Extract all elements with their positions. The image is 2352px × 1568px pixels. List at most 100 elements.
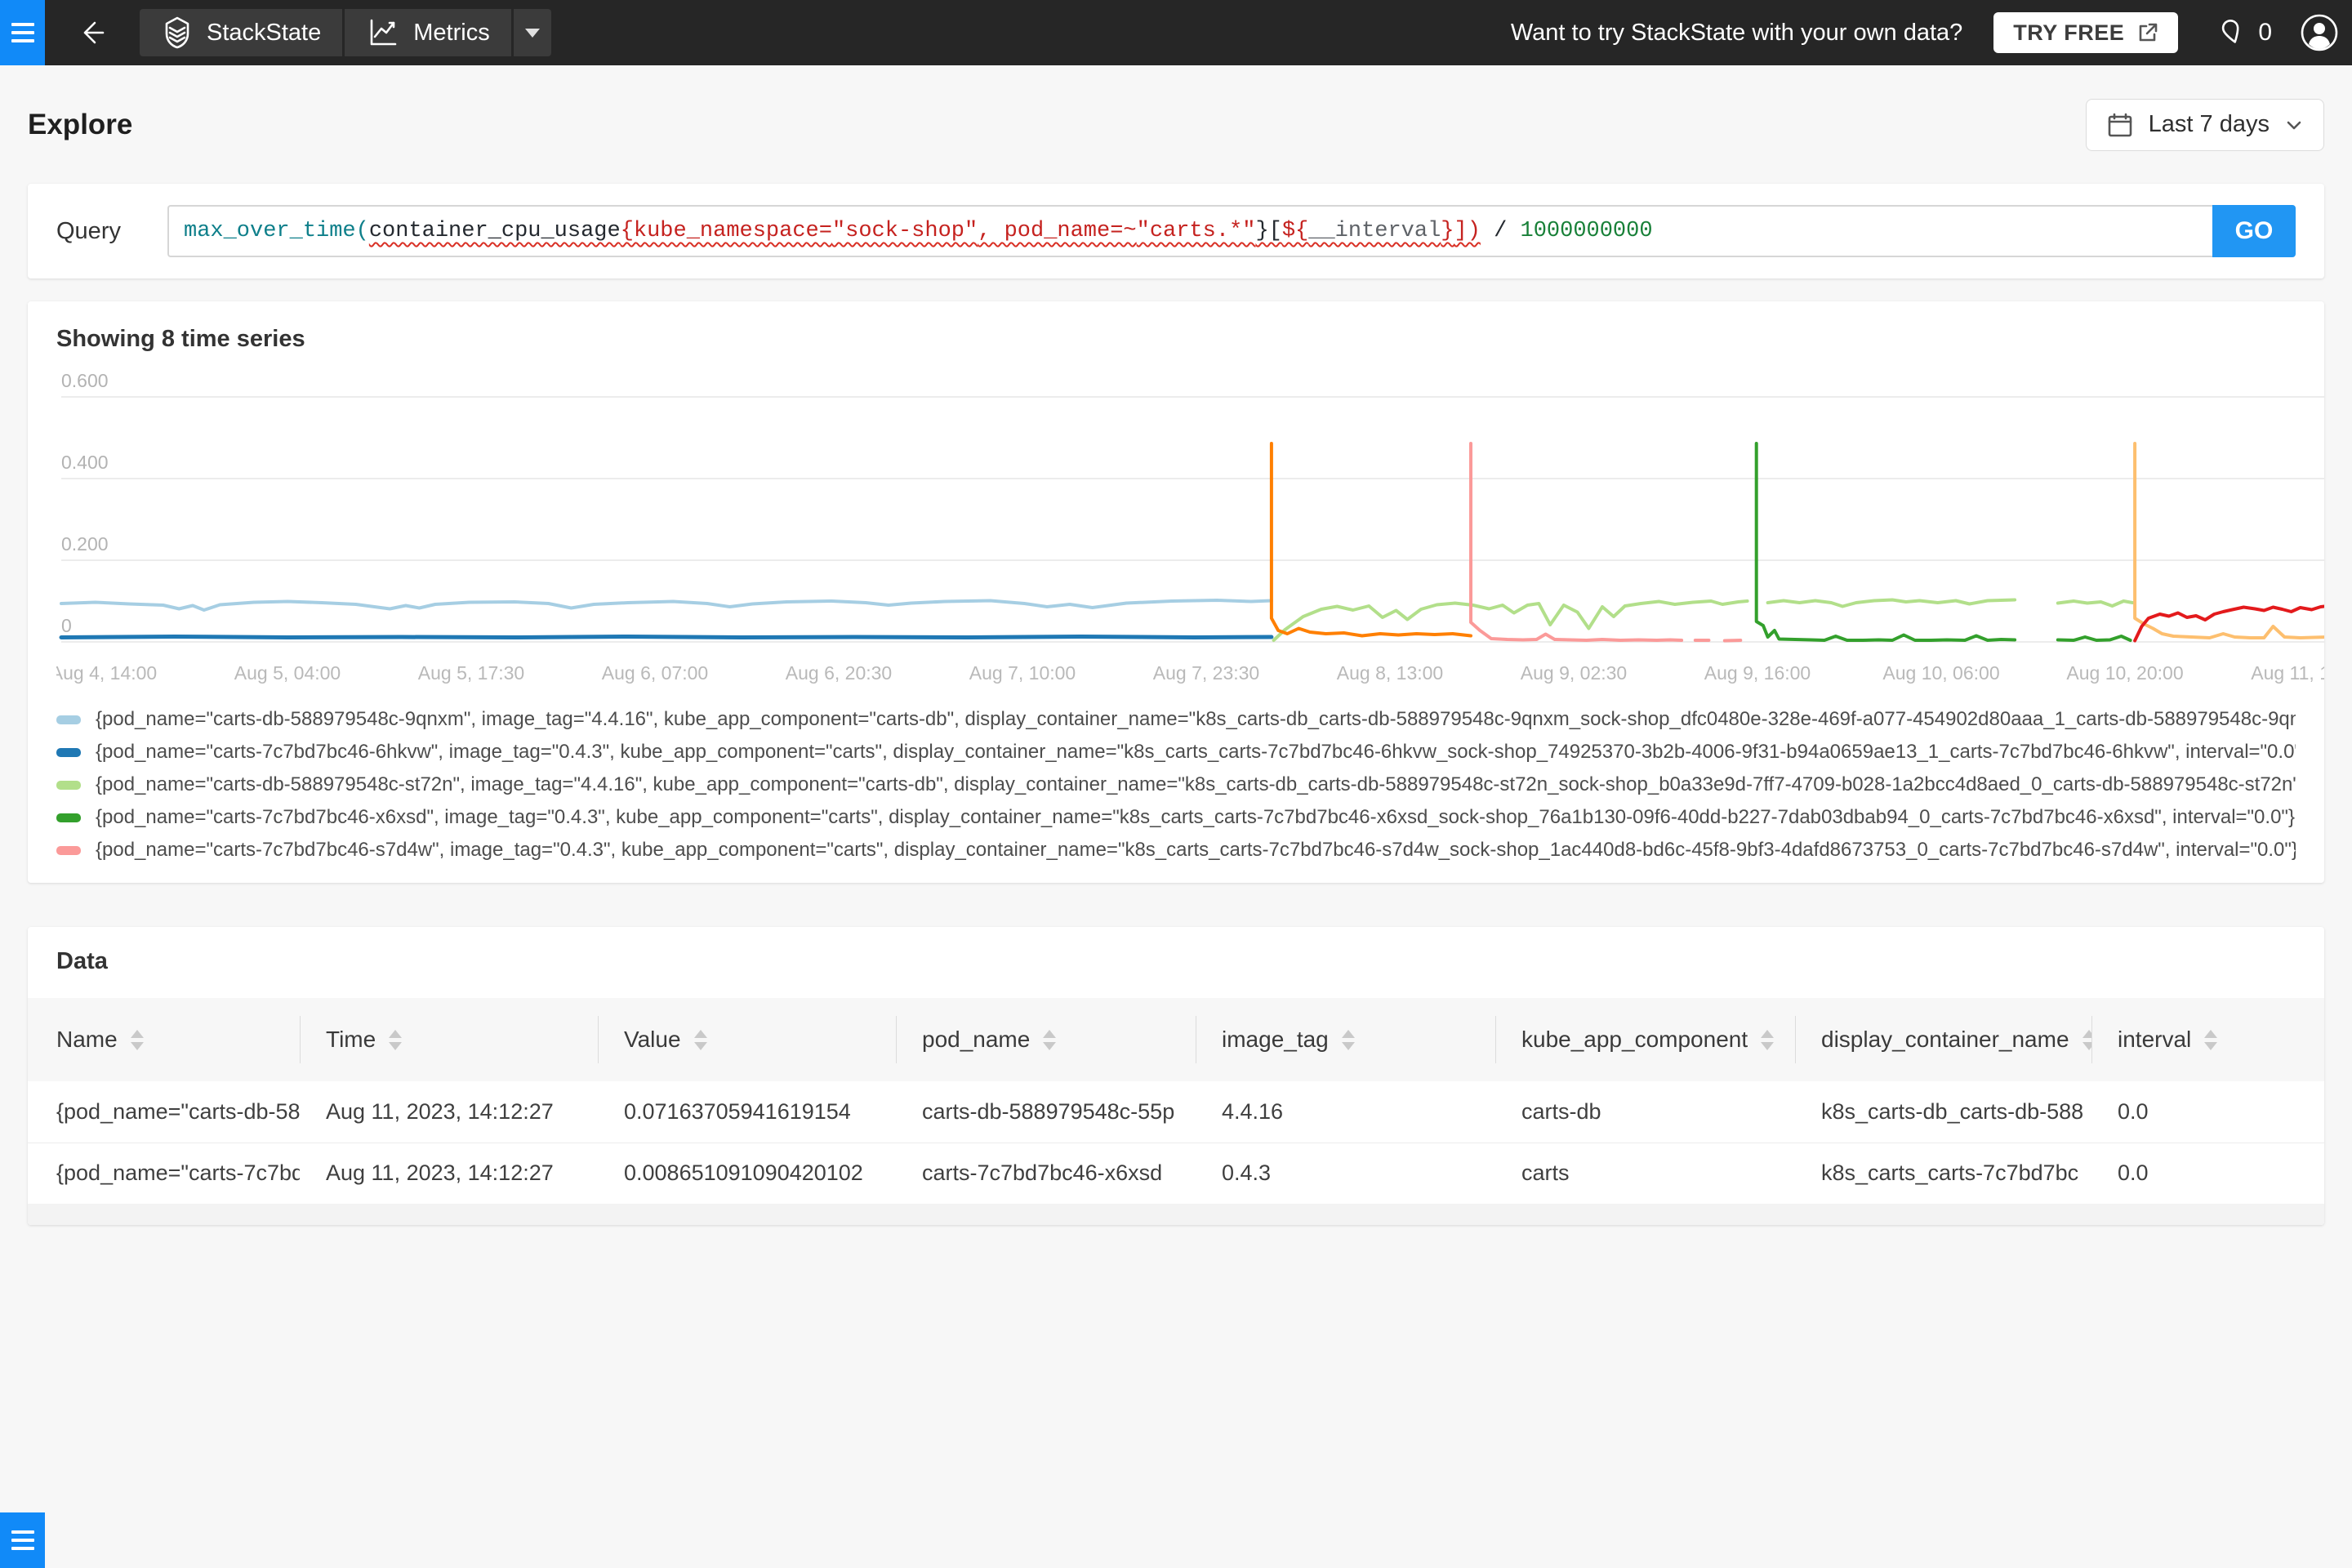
user-avatar[interactable]	[2300, 13, 2339, 52]
series-carts-7c7bd7bc46-s7d4w	[1722, 639, 1743, 643]
table-body: {pod_name="carts-db-588 Aug 11, 2023, 14:…	[28, 1081, 2324, 1204]
x-axis-tick-label: Aug 9, 02:30	[1521, 662, 1627, 684]
sort-icon[interactable]	[1761, 1029, 1775, 1050]
column-header-display_container_name[interactable]: display_container_name	[1795, 998, 2091, 1081]
chart-title: Showing 8 time series	[56, 326, 305, 352]
x-axis-tick-label: Aug 8, 13:00	[1337, 662, 1443, 684]
column-header-Time[interactable]: Time	[300, 998, 598, 1081]
external-link-icon	[2140, 23, 2158, 42]
go-button[interactable]: GO	[2212, 205, 2296, 257]
data-section-title: Data	[56, 948, 108, 974]
column-header-label: display_container_name	[1821, 1027, 2069, 1052]
legend-item[interactable]: {pod_name="carts-7c7bd7bc46-6hkvw", imag…	[56, 741, 2296, 764]
sort-icon[interactable]	[1341, 1029, 1355, 1050]
back-button[interactable]	[66, 8, 115, 57]
bottom-menu-launcher[interactable]	[0, 1512, 45, 1568]
sort-icon[interactable]	[130, 1029, 144, 1050]
column-header-label: interval	[2118, 1027, 2192, 1052]
legend-label: {pod_name="carts-db-588979548c-9qnxm", i…	[96, 708, 2296, 730]
hamburger-menu-button[interactable]	[0, 0, 45, 65]
query-token: "sock-shop"	[831, 219, 978, 243]
x-axis-tick-label: Aug 7, 23:30	[1153, 662, 1259, 684]
table-cell: 0.0	[2118, 1098, 2149, 1124]
column-header-label: image_tag	[1222, 1027, 1329, 1052]
y-axis-tick-label: 0.400	[61, 452, 109, 473]
table-horizontal-scrollbar[interactable]	[28, 1204, 2324, 1225]
legend-item[interactable]: {pod_name="carts-db-588979548c-9qnxm", i…	[56, 708, 2296, 731]
table-cell: carts-db	[1521, 1098, 1601, 1124]
table-cell: 0.0	[2091, 1142, 2324, 1204]
legend-swatch	[56, 780, 81, 790]
table-cell: 0.07163705941619154	[624, 1098, 851, 1124]
pin-icon	[2222, 20, 2239, 43]
x-axis-tick-label: Aug 10, 06:00	[1882, 662, 1999, 684]
query-token: /	[1480, 219, 1521, 243]
calendar-icon	[2108, 113, 2132, 136]
table-cell: {pod_name="carts-7c7bd7	[28, 1142, 300, 1204]
series-carts-db-588979548c-st72n	[1766, 598, 2017, 608]
breadcrumb-nav: StackState Metrics	[140, 9, 551, 56]
pin-counter[interactable]: 0	[2217, 18, 2272, 47]
column-header-kube_app_component[interactable]: kube_app_component	[1495, 998, 1795, 1081]
column-header-Value[interactable]: Value	[598, 998, 896, 1081]
column-header-label: Name	[56, 1027, 118, 1052]
table-cell: carts	[1495, 1142, 1795, 1204]
column-header-label: Time	[326, 1027, 376, 1052]
column-header-pod_name[interactable]: pod_name	[896, 998, 1196, 1081]
query-token: 1000000000	[1520, 219, 1653, 243]
x-axis-tick-label: Aug 10, 20:00	[2066, 662, 2183, 684]
nav-metrics-button[interactable]: Metrics	[345, 9, 511, 56]
nav-metrics-label: Metrics	[413, 19, 490, 46]
column-header-interval[interactable]: interval	[2091, 998, 2324, 1081]
chart-legend: {pod_name="carts-db-588979548c-9qnxm", i…	[56, 708, 2296, 862]
query-label: Query	[56, 217, 121, 244]
caret-down-icon	[524, 28, 540, 38]
time-range-picker[interactable]: Last 7 days	[2085, 98, 2324, 151]
table-row[interactable]: {pod_name="carts-db-588 Aug 11, 2023, 14:…	[28, 1081, 2324, 1143]
legend-item[interactable]: {pod_name="carts-7c7bd7bc46-s7d4w", imag…	[56, 839, 2296, 862]
try-free-button[interactable]: TRY FREE	[1993, 12, 2179, 53]
legend-item[interactable]: {pod_name="carts-db-588979548c-st72n", i…	[56, 773, 2296, 796]
pin-count: 0	[2258, 19, 2272, 46]
query-token: "carts.*"	[1136, 219, 1256, 243]
sort-icon[interactable]	[2204, 1029, 2218, 1050]
chart-card: Showing 8 time series 0 0.200 0.400 0.600 Au…	[28, 301, 2324, 883]
sort-icon[interactable]	[693, 1029, 707, 1050]
stackstate-logo-icon	[165, 16, 189, 49]
nav-stackstate-button[interactable]: StackState	[140, 9, 343, 56]
chevron-down-icon	[2287, 121, 2301, 129]
sort-icon[interactable]	[1043, 1029, 1057, 1050]
table-cell: Aug 11, 2023, 14:12:27	[300, 1142, 598, 1204]
column-header-image_tag[interactable]: image_tag	[1196, 998, 1495, 1081]
table-cell: carts-7c7bd7bc46-x6xsd	[896, 1142, 1196, 1204]
x-axis-tick-label: Aug 5, 17:30	[418, 662, 524, 684]
series-carts-7c7bd7bc46-x6xsd	[1754, 442, 2017, 642]
nav-stackstate-label: StackState	[207, 19, 322, 46]
nav-dropdown-button[interactable]	[513, 9, 551, 56]
try-free-label: TRY FREE	[2013, 20, 2125, 45]
query-token: {kube_namespace=	[620, 219, 832, 243]
table-cell: carts-db-588979548c-55p	[922, 1098, 1175, 1124]
table-cell: {pod_name="carts-db-588	[56, 1098, 300, 1124]
arrow-left-icon	[83, 21, 105, 44]
query-card: Query max_over_time(container_cpu_usage{…	[28, 184, 2324, 278]
legend-item[interactable]: {pod_name="carts-7c7bd7bc46-x6xsd", imag…	[56, 806, 2296, 829]
x-axis-tick-label: Aug 6, 07:00	[602, 662, 708, 684]
y-axis-tick-label: 0.200	[61, 533, 109, 555]
table-row[interactable]: {pod_name="carts-7c7bd7 Aug 11, 2023, 14:…	[28, 1142, 2324, 1204]
query-input[interactable]: max_over_time(container_cpu_usage {kube_n…	[167, 205, 2212, 257]
time-range-label: Last 7 days	[2148, 111, 2270, 137]
query-token: container_cpu_usage	[368, 219, 621, 243]
query-token: , pod_name=~	[978, 219, 1137, 243]
column-header-Name[interactable]: Name	[28, 998, 300, 1081]
sort-icon[interactable]	[2082, 1029, 2091, 1050]
query-token: ])	[1454, 219, 1481, 243]
series-carts-7c7bd7bc46-x6xsd	[2056, 635, 2132, 642]
table-cell: k8s_carts_carts-7c7bd7bc	[1795, 1142, 2091, 1204]
sort-icon[interactable]	[389, 1029, 403, 1050]
cta-text: Want to try StackState with your own dat…	[1510, 19, 1963, 46]
table-header-row: Name Time Value pod_name image_tag kube_app_c…	[28, 998, 2324, 1081]
series-carts-db-588979548c-9qnxm	[60, 599, 1273, 612]
y-axis-tick-label: 0	[61, 615, 72, 636]
table-cell: 0.008651091090420102	[598, 1142, 896, 1204]
